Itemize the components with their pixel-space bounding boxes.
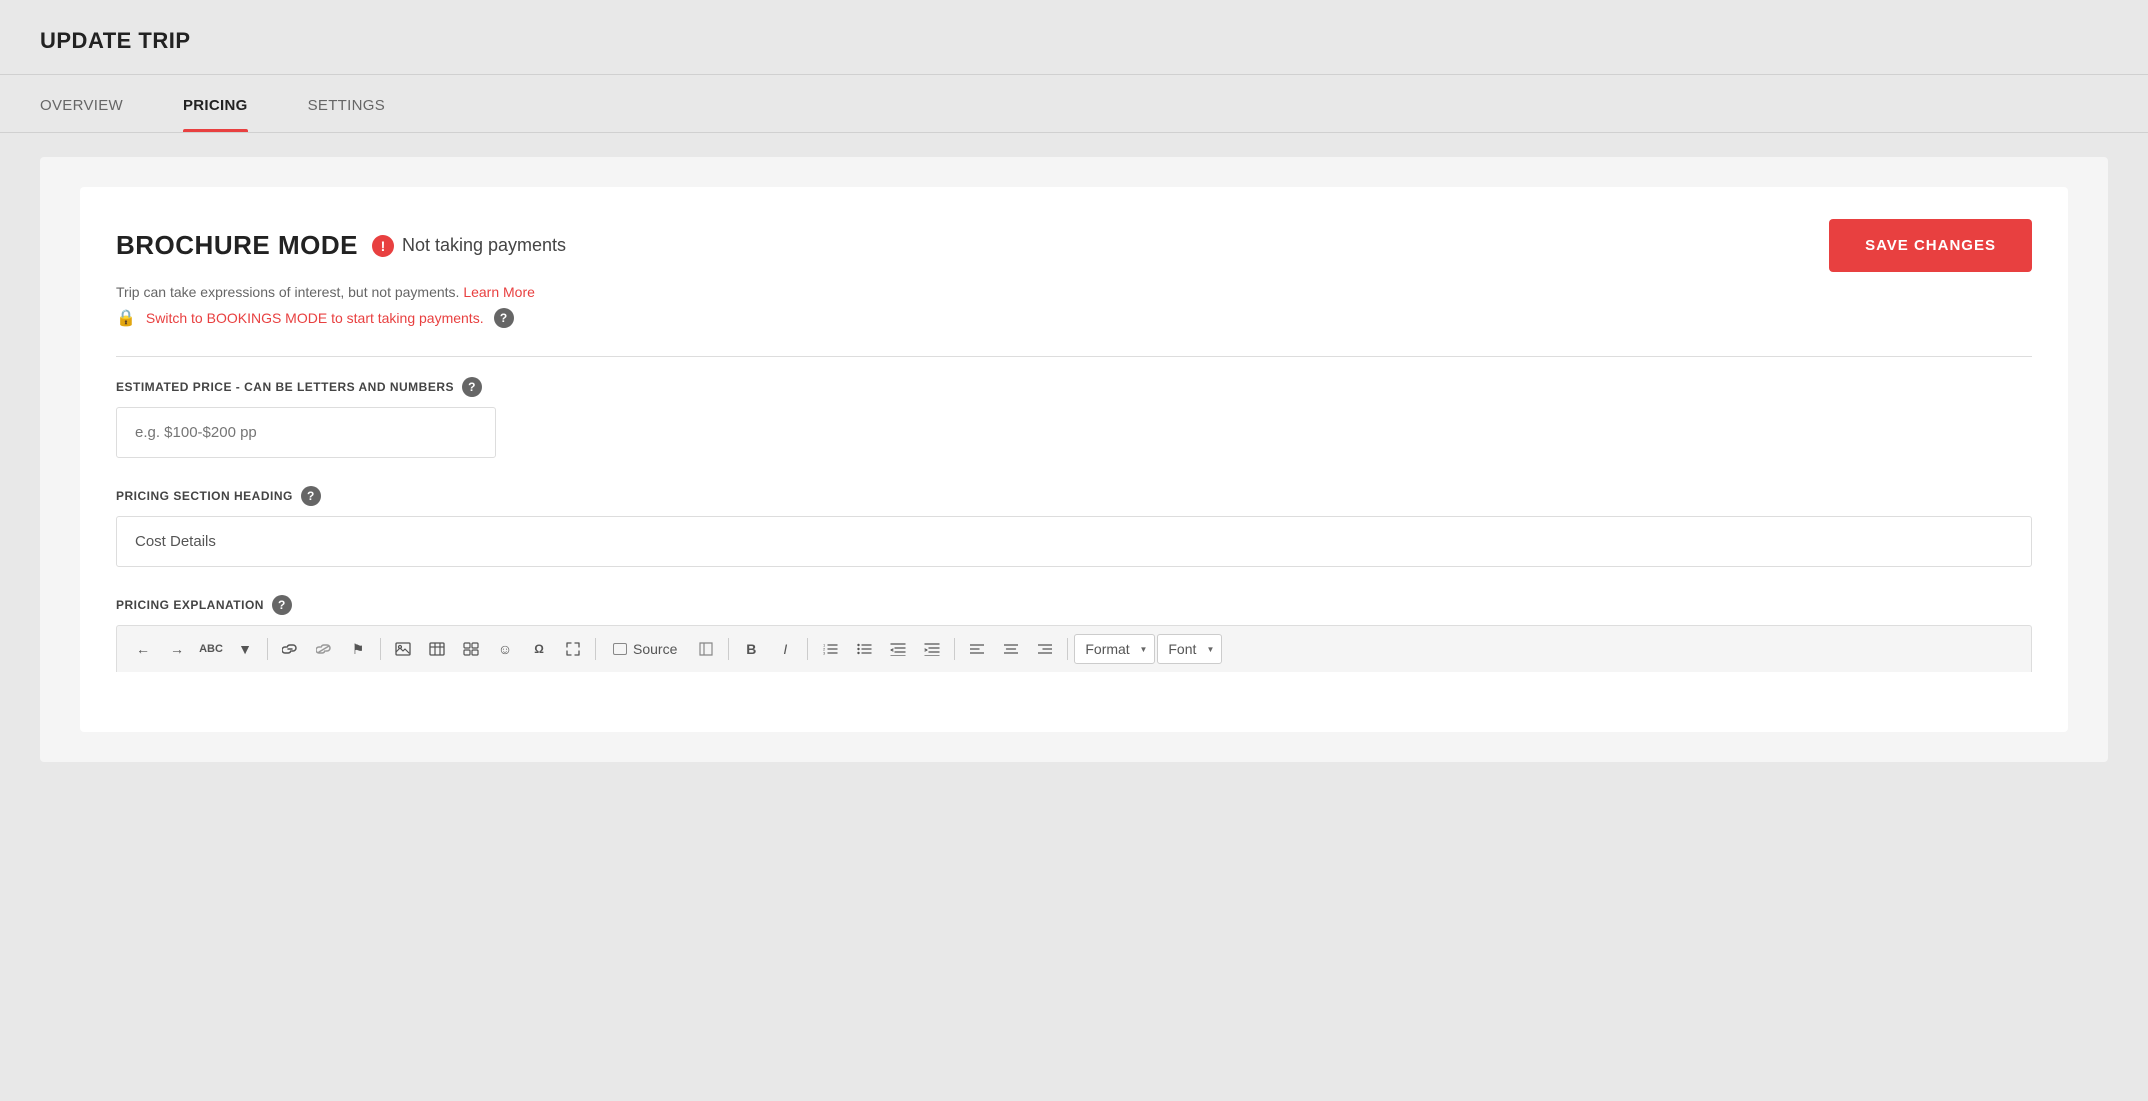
separator-7 <box>1067 638 1068 660</box>
switch-mode-link[interactable]: Switch to BOOKINGS MODE to start taking … <box>146 310 484 326</box>
brochure-status: ! Not taking payments <box>372 235 566 257</box>
separator-6 <box>954 638 955 660</box>
undo-button[interactable]: ← <box>127 634 159 664</box>
divider-1 <box>116 356 2032 357</box>
pricing-heading-help-icon[interactable]: ? <box>301 486 321 506</box>
svg-text:3: 3 <box>823 651 826 656</box>
lock-icon: 🔒 <box>116 308 136 328</box>
align-right-button[interactable] <box>1029 634 1061 664</box>
save-changes-button[interactable]: SAVE CHANGES <box>1829 219 2032 272</box>
emoji-button[interactable]: ☺ <box>489 634 521 664</box>
align-center-button[interactable] <box>995 634 1027 664</box>
estimated-price-input[interactable] <box>116 407 496 458</box>
tab-overview[interactable]: OVERVIEW <box>40 75 123 132</box>
tab-pricing[interactable]: PRICING <box>183 75 248 132</box>
main-content: BROCHURE MODE ! Not taking payments SAVE… <box>0 133 2148 786</box>
template-button[interactable] <box>690 634 722 664</box>
spellcheck-button[interactable]: ABC <box>195 634 227 664</box>
pricing-heading-label: PRICING SECTION HEADING ? <box>116 486 2032 506</box>
separator-2 <box>380 638 381 660</box>
separator-1 <box>267 638 268 660</box>
learn-more-link[interactable]: Learn More <box>463 284 535 300</box>
page-header: UPDATE TRIP <box>0 0 2148 75</box>
switch-mode-row: 🔒 Switch to BOOKINGS MODE to start takin… <box>116 308 2032 328</box>
alert-icon: ! <box>372 235 394 257</box>
estimated-price-section: ESTIMATED PRICE - CAN BE LETTERS AND NUM… <box>116 377 2032 458</box>
format-dropdown[interactable]: Format <box>1074 634 1155 664</box>
tabs-bar: OVERVIEW PRICING SETTINGS <box>0 75 2148 133</box>
bold-button[interactable]: B <box>735 634 767 664</box>
pricing-explanation-help-icon[interactable]: ? <box>272 595 292 615</box>
pricing-explanation-section: PRICING EXPLANATION ? ← → ABC ▼ <box>116 595 2032 672</box>
estimated-price-help-icon[interactable]: ? <box>462 377 482 397</box>
estimated-price-label: ESTIMATED PRICE - CAN BE LETTERS AND NUM… <box>116 377 2032 397</box>
brochure-mode-title: BROCHURE MODE <box>116 230 358 261</box>
separator-3 <box>595 638 596 660</box>
spellcheck-dropdown[interactable]: ▼ <box>229 634 261 664</box>
tab-settings[interactable]: SETTINGS <box>308 75 385 132</box>
table-button[interactable] <box>421 634 453 664</box>
separator-4 <box>728 638 729 660</box>
unordered-list-button[interactable] <box>848 634 880 664</box>
content-card: BROCHURE MODE ! Not taking payments SAVE… <box>40 157 2108 762</box>
font-dropdown-wrapper: Font <box>1157 634 1222 664</box>
outdent-button[interactable] <box>882 634 914 664</box>
pricing-explanation-label: PRICING EXPLANATION ? <box>116 595 2032 615</box>
brochure-title-group: BROCHURE MODE ! Not taking payments <box>116 230 566 261</box>
italic-button[interactable]: I <box>769 634 801 664</box>
pricing-heading-input[interactable] <box>116 516 2032 567</box>
brochure-description: Trip can take expressions of interest, b… <box>116 284 2032 300</box>
redo-button[interactable]: → <box>161 634 193 664</box>
source-button[interactable]: Source <box>602 634 688 664</box>
format-dropdown-wrapper: Format <box>1074 634 1155 664</box>
pricing-heading-section: PRICING SECTION HEADING ? <box>116 486 2032 567</box>
inner-card: BROCHURE MODE ! Not taking payments SAVE… <box>80 187 2068 732</box>
brochure-status-text: Not taking payments <box>402 235 566 256</box>
ordered-list-button[interactable]: 1 2 3 <box>814 634 846 664</box>
link-button[interactable] <box>274 634 306 664</box>
editor-toolbar: ← → ABC ▼ <box>116 625 2032 672</box>
unlink-button[interactable] <box>308 634 340 664</box>
indent-button[interactable] <box>916 634 948 664</box>
align-left-button[interactable] <box>961 634 993 664</box>
font-dropdown[interactable]: Font <box>1157 634 1222 664</box>
brochure-header: BROCHURE MODE ! Not taking payments SAVE… <box>116 219 2032 272</box>
anchor-button[interactable]: ⚑ <box>342 634 374 664</box>
grid-button[interactable] <box>455 634 487 664</box>
separator-5 <box>807 638 808 660</box>
switch-mode-help-icon[interactable]: ? <box>494 308 514 328</box>
special-chars-button[interactable]: Ω <box>523 634 555 664</box>
maximize-button[interactable] <box>557 634 589 664</box>
page-title: UPDATE TRIP <box>40 28 2108 54</box>
image-button[interactable] <box>387 634 419 664</box>
